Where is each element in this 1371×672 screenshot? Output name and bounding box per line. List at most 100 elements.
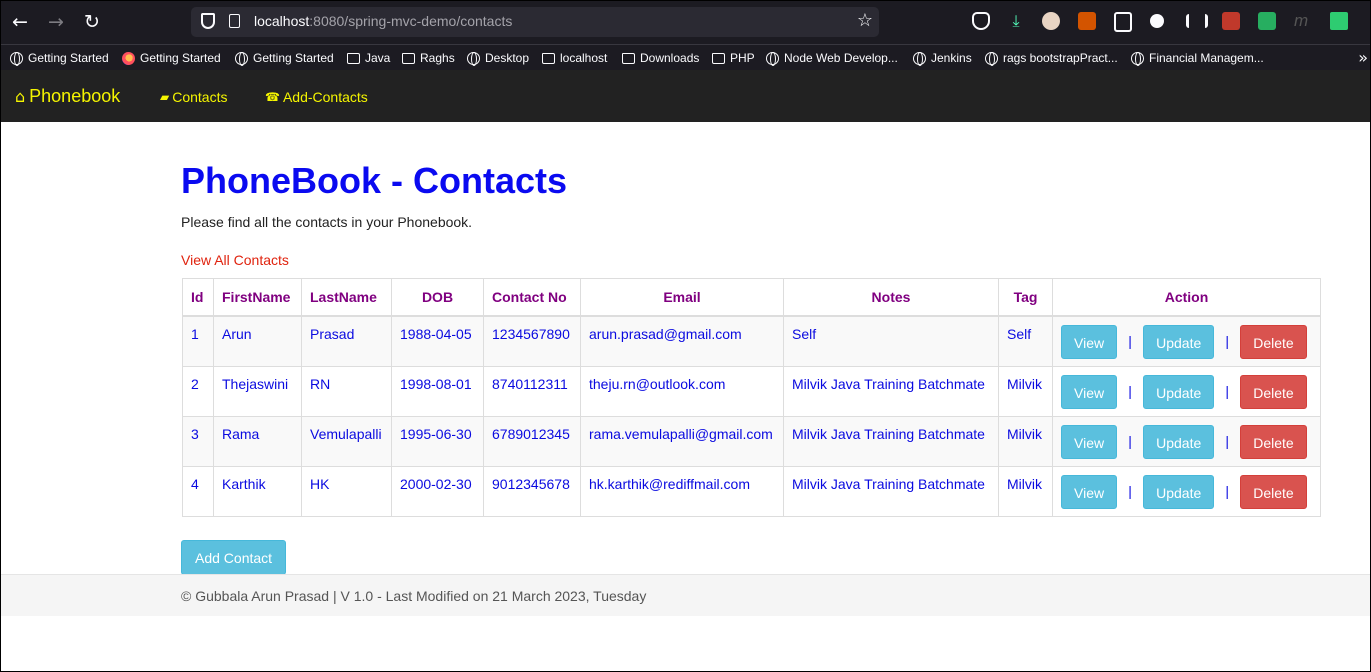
- bookmark-item[interactable]: Financial Managem...: [1131, 49, 1264, 67]
- nav-add-contacts-link[interactable]: ☎ Add-Contacts: [265, 89, 368, 105]
- action-separator: |: [1225, 382, 1230, 399]
- extension-red-icon[interactable]: [1222, 12, 1240, 30]
- cell-id: 1: [182, 315, 214, 367]
- cell-email: theju.rn@outlook.com: [580, 365, 784, 417]
- bookmark-item[interactable]: localhost: [542, 49, 607, 67]
- url-path: :8080/spring-mvc-demo/contacts: [309, 13, 513, 29]
- extension-green-icon[interactable]: [1258, 12, 1276, 30]
- back-arrow-icon[interactable]: ←: [8, 10, 32, 34]
- cell-lastname: RN: [301, 365, 392, 417]
- extension-circle-icon[interactable]: [1150, 14, 1164, 28]
- cell-contact-no: 6789012345: [483, 415, 581, 467]
- page-icon[interactable]: [229, 14, 240, 28]
- library-icon[interactable]: [1186, 14, 1208, 28]
- cell-dob: 1995-06-30: [391, 415, 484, 467]
- cell-actions: View | Update | Delete: [1052, 315, 1321, 367]
- folder-icon: [347, 52, 360, 64]
- url-text[interactable]: localhost:8080/spring-mvc-demo/contacts: [254, 13, 512, 29]
- address-bar[interactable]: localhost:8080/spring-mvc-demo/contacts …: [191, 7, 879, 37]
- bookmark-label: rags bootstrapPract...: [1003, 51, 1118, 65]
- bookmark-item[interactable]: Getting Started: [122, 49, 221, 67]
- bookmark-star-icon[interactable]: ☆: [857, 10, 873, 31]
- update-button[interactable]: Update: [1143, 474, 1215, 509]
- bookmark-item[interactable]: Raghs: [402, 49, 455, 67]
- bookmark-label: Getting Started: [28, 51, 109, 65]
- update-button[interactable]: Update: [1143, 374, 1215, 409]
- bookmark-item[interactable]: Getting Started: [235, 49, 334, 67]
- cell-id: 2: [182, 365, 214, 417]
- bookmark-item[interactable]: Jenkins: [913, 49, 972, 67]
- action-separator: |: [1225, 432, 1230, 449]
- add-contact-button[interactable]: Add Contact: [181, 540, 287, 575]
- delete-button[interactable]: Delete: [1240, 424, 1307, 459]
- delete-button[interactable]: Delete: [1240, 474, 1307, 509]
- cell-firstname: Karthik: [213, 465, 302, 517]
- bookmark-item[interactable]: Node Web Develop...: [766, 49, 898, 67]
- pocket-icon[interactable]: [972, 12, 990, 30]
- download-icon[interactable]: ⤓: [1007, 12, 1025, 30]
- extension-m-icon[interactable]: m: [1294, 12, 1312, 30]
- globe-icon: [913, 51, 926, 66]
- footer-text: © Gubbala Arun Prasad | V 1.0 - Last Mod…: [181, 588, 647, 604]
- page-subtitle: Please find all the contacts in your Pho…: [181, 214, 473, 230]
- bookmark-item[interactable]: rags bootstrapPract...: [985, 49, 1118, 67]
- home-icon: ⌂: [15, 87, 26, 106]
- forward-arrow-icon[interactable]: →: [44, 10, 68, 34]
- column-header-action: Action: [1052, 278, 1321, 317]
- bookmark-label: Getting Started: [140, 51, 221, 65]
- table-row: 3 Rama Vemulapalli 1995-06-30 6789012345…: [182, 415, 1321, 467]
- cell-firstname: Thejaswini: [213, 365, 302, 417]
- cell-id: 3: [182, 415, 214, 467]
- action-separator: |: [1225, 482, 1230, 499]
- globe-icon: [766, 51, 779, 66]
- profile-avatar-icon[interactable]: [1042, 12, 1060, 30]
- view-button[interactable]: View: [1061, 325, 1118, 359]
- cell-contact-no: 1234567890: [483, 315, 581, 367]
- bookmark-item[interactable]: Java: [347, 49, 390, 67]
- firefox-icon: [122, 51, 135, 65]
- cell-lastname: Vemulapalli: [301, 415, 392, 467]
- cell-dob: 1998-08-01: [391, 365, 484, 417]
- shield-icon[interactable]: [201, 13, 215, 29]
- clipboard-icon[interactable]: [1114, 12, 1132, 32]
- bookmark-item[interactable]: PHP: [712, 49, 755, 67]
- book-icon: ▰: [160, 90, 170, 104]
- extension-gear-icon[interactable]: [1078, 12, 1096, 30]
- column-header-firstname: FirstName: [213, 278, 302, 317]
- bookmark-label: Getting Started: [253, 51, 334, 65]
- view-button[interactable]: View: [1061, 474, 1118, 509]
- nav-add-contacts-label: Add-Contacts: [282, 89, 368, 105]
- url-host: localhost: [254, 13, 310, 29]
- bookmarks-overflow-icon[interactable]: »: [1358, 48, 1368, 67]
- brand-link[interactable]: ⌂ Phonebook: [15, 86, 120, 107]
- cell-actions: View | Update | Delete: [1052, 365, 1321, 417]
- browser-toolbar: ← → ↻ localhost:8080/spring-mvc-demo/con…: [1, 1, 1370, 44]
- cell-email: arun.prasad@gmail.com: [580, 315, 784, 367]
- delete-button[interactable]: Delete: [1240, 374, 1307, 409]
- update-button[interactable]: Update: [1143, 325, 1215, 359]
- folder-icon: [402, 52, 415, 64]
- bookmark-item[interactable]: Downloads: [622, 49, 699, 67]
- action-separator: |: [1128, 382, 1132, 399]
- cell-tag: Self: [998, 315, 1053, 367]
- table-header-row: Id FirstName LastName DOB Contact No Ema…: [182, 278, 1321, 317]
- view-button[interactable]: View: [1061, 424, 1118, 459]
- view-button[interactable]: View: [1061, 374, 1118, 409]
- delete-button[interactable]: Delete: [1240, 325, 1307, 359]
- table-row: 4 Karthik HK 2000-02-30 9012345678 hk.ka…: [182, 465, 1321, 517]
- cell-actions: View | Update | Delete: [1052, 415, 1321, 467]
- nav-contacts-link[interactable]: ▰ Contacts: [160, 89, 227, 105]
- bookmark-item[interactable]: Desktop: [467, 49, 529, 67]
- column-header-lastname: LastName: [301, 278, 392, 317]
- page-footer: © Gubbala Arun Prasad | V 1.0 - Last Mod…: [1, 574, 1370, 616]
- cell-firstname: Rama: [213, 415, 302, 467]
- view-all-contacts-link[interactable]: View All Contacts: [181, 252, 289, 268]
- extension-flask-icon[interactable]: [1330, 12, 1348, 30]
- reload-icon[interactable]: ↻: [80, 10, 104, 34]
- bookmark-label: localhost: [560, 51, 608, 65]
- cell-email: hk.karthik@rediffmail.com: [580, 465, 784, 517]
- bookmark-item[interactable]: Getting Started: [10, 49, 109, 67]
- update-button[interactable]: Update: [1143, 424, 1215, 459]
- cell-notes: Milvik Java Training Batchmate: [783, 365, 999, 417]
- cell-tag: Milvik: [998, 465, 1053, 517]
